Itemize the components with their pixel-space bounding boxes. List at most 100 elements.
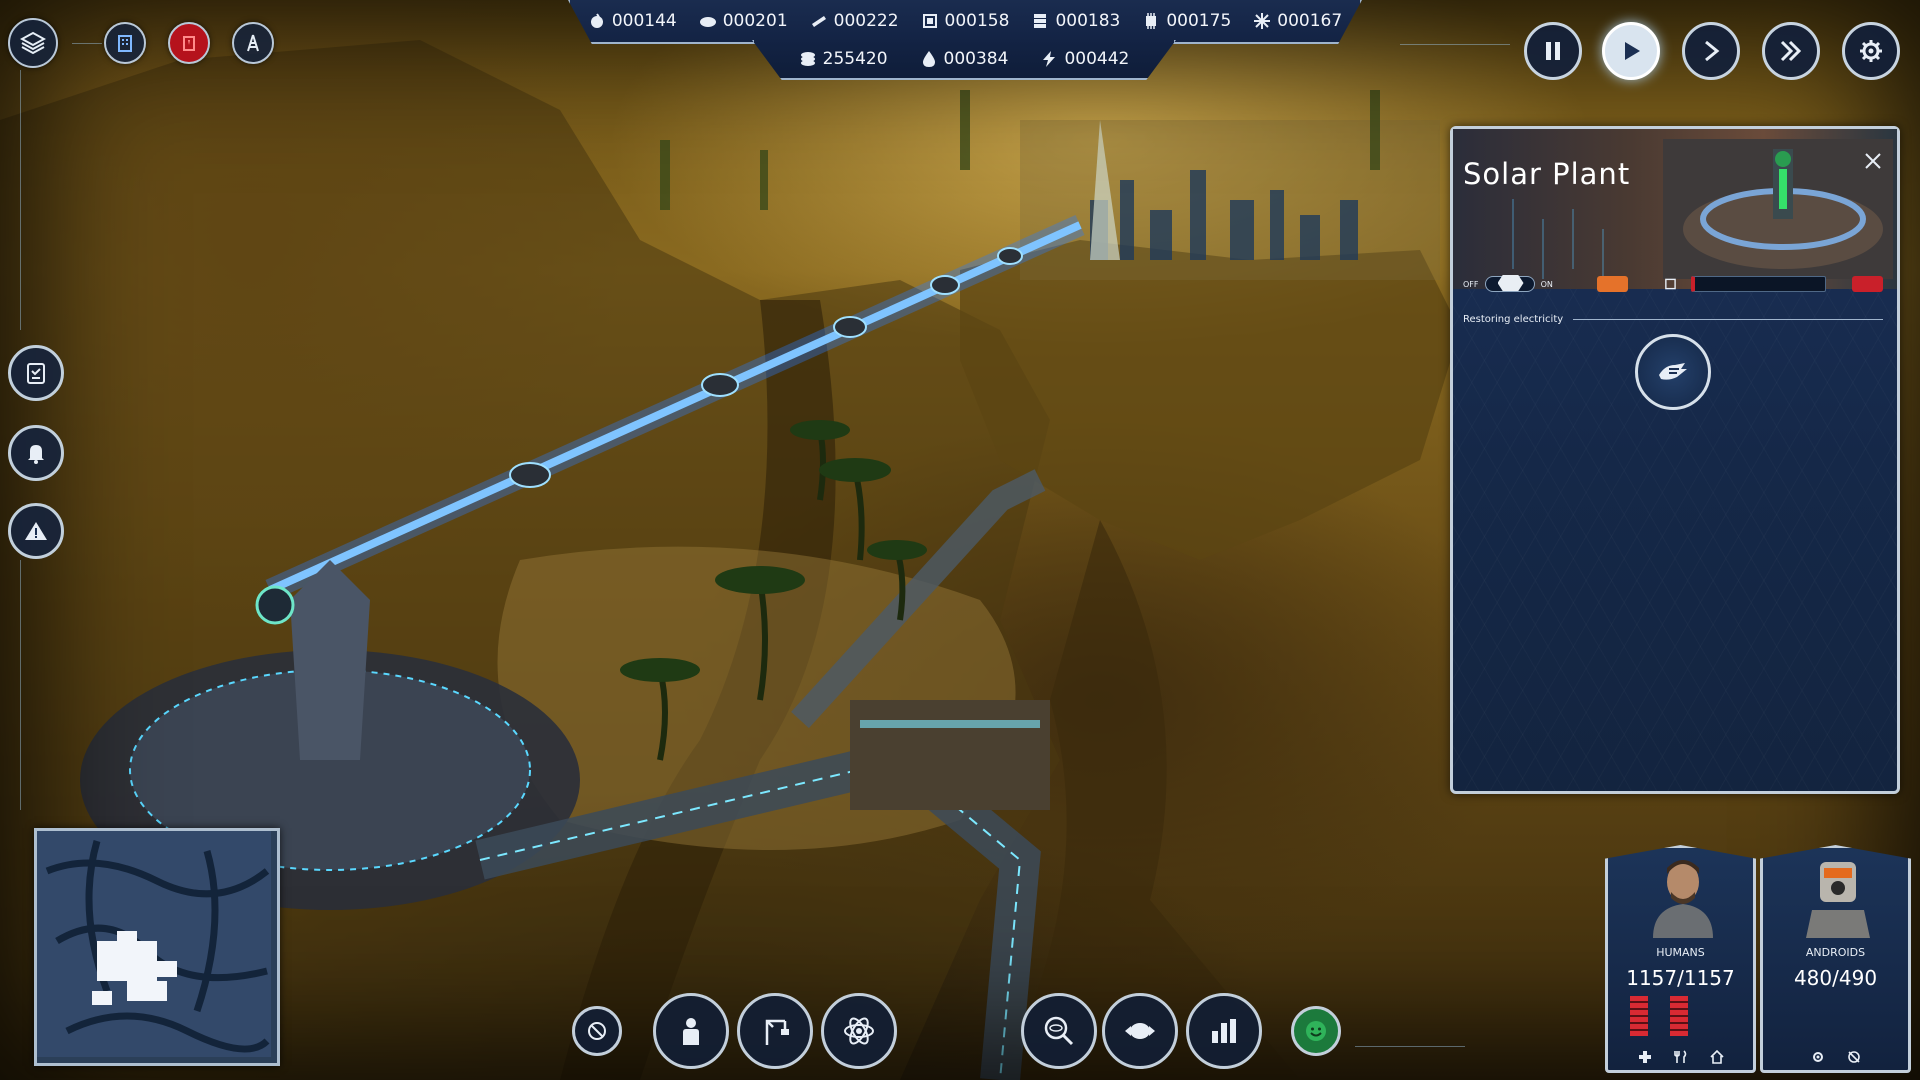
panel-header xyxy=(1453,129,1897,289)
magnifier-atom-icon xyxy=(1044,1016,1074,1046)
androids-need-icons xyxy=(1763,1050,1908,1064)
humans-needs-bars xyxy=(1630,996,1730,1036)
resource-chip[interactable]: 000158 xyxy=(921,11,1009,31)
toggle-knob xyxy=(1497,275,1524,291)
restore-electricity-button[interactable] xyxy=(1635,334,1711,410)
steel-icon xyxy=(1034,14,1047,28)
resource-value: 000144 xyxy=(611,11,677,31)
processor-icon xyxy=(1146,13,1157,29)
alert-layer-button[interactable] xyxy=(168,22,210,64)
fastest-forward-button[interactable] xyxy=(1762,22,1820,80)
status-section-header: Restoring electricity xyxy=(1463,314,1883,325)
close-button[interactable] xyxy=(1859,147,1887,175)
power-layer-button[interactable] xyxy=(232,22,274,64)
resource-value: 000442 xyxy=(1064,49,1130,69)
resource-bar-secondary: 255420 000384 000442 xyxy=(752,40,1176,80)
workers-icon xyxy=(1665,278,1677,290)
power-off-icon xyxy=(1847,1051,1860,1063)
chip-icon xyxy=(922,14,937,28)
resource-steel[interactable]: 000183 xyxy=(1031,11,1120,31)
fast-forward-button[interactable] xyxy=(1682,22,1740,80)
resource-value: 000201 xyxy=(722,11,788,31)
lightning-icon xyxy=(1043,51,1056,67)
person-icon xyxy=(683,1018,699,1045)
crane-icon xyxy=(765,1019,789,1045)
notifications-button[interactable] xyxy=(8,425,64,481)
building-icon xyxy=(118,35,132,52)
planks-icon xyxy=(811,16,826,27)
resource-value: 000167 xyxy=(1277,11,1343,31)
bar-chart-icon xyxy=(1212,1019,1236,1043)
warning-icon xyxy=(25,522,47,540)
resource-water-drop[interactable]: 000384 xyxy=(920,49,1009,69)
objectives-button[interactable] xyxy=(8,345,64,401)
statistics-menu-button[interactable] xyxy=(1186,993,1262,1069)
toggle-on-label: ON xyxy=(1540,279,1553,289)
frame-line xyxy=(20,560,21,810)
population-panel: HUMANS 1157/1157 ANDROIDS 480/490 xyxy=(1605,845,1915,1075)
androids-card[interactable]: ANDROIDS 480/490 xyxy=(1760,845,1911,1073)
panel-title: Solar Plant xyxy=(1463,157,1631,191)
minimap[interactable] xyxy=(34,828,280,1066)
building-info-panel[interactable]: Solar Plant OFF ON Restoring electricity xyxy=(1450,126,1900,794)
double-chevron-right-icon xyxy=(1780,40,1802,62)
hazard-building-icon xyxy=(183,36,195,51)
toggle-off-label: OFF xyxy=(1463,279,1479,289)
efficiency-bar xyxy=(1691,276,1826,292)
gear-icon xyxy=(1860,40,1882,62)
layers-icon xyxy=(20,31,46,55)
humans-label: HUMANS xyxy=(1656,946,1705,959)
power-toggle[interactable] xyxy=(1484,275,1535,292)
resource-value: 000384 xyxy=(943,49,1009,69)
smiley-icon xyxy=(1306,1021,1326,1041)
resource-snowflake[interactable]: 000167 xyxy=(1253,11,1342,31)
solar-plant-preview-image xyxy=(1512,139,1893,279)
pause-icon xyxy=(1546,42,1560,60)
hazard-toggle-button[interactable] xyxy=(572,1006,622,1056)
clipboard-icon xyxy=(27,363,45,384)
atom-icon xyxy=(844,1017,874,1045)
resource-planks[interactable]: 000222 xyxy=(810,11,899,31)
population-menu-button[interactable] xyxy=(653,993,729,1069)
section-divider xyxy=(1573,319,1883,320)
androids-label: ANDROIDS xyxy=(1805,946,1866,959)
layers-button[interactable] xyxy=(8,18,58,68)
play-button[interactable] xyxy=(1602,22,1660,80)
status-section-title: Restoring electricity xyxy=(1463,314,1564,325)
exploration-menu-button[interactable] xyxy=(1021,993,1097,1069)
demolish-button[interactable] xyxy=(1851,276,1883,292)
resource-processor[interactable]: 000175 xyxy=(1142,11,1231,31)
humans-need-icons xyxy=(1608,1050,1753,1064)
resource-food[interactable]: 000144 xyxy=(588,11,677,31)
pause-button[interactable] xyxy=(1524,22,1582,80)
resource-value: 255420 xyxy=(822,49,888,69)
close-icon xyxy=(1865,153,1881,169)
humans-card[interactable]: HUMANS 1157/1157 xyxy=(1605,845,1756,1073)
resource-lightning[interactable]: 000442 xyxy=(1040,49,1129,69)
happiness-button[interactable] xyxy=(1291,1006,1341,1056)
warnings-button[interactable] xyxy=(8,503,64,559)
minimap-terrain xyxy=(37,831,271,1057)
human-portrait-image xyxy=(1653,860,1713,938)
frame-line xyxy=(72,43,102,44)
settings-button[interactable] xyxy=(1842,22,1900,80)
building-layer-button[interactable] xyxy=(104,22,146,64)
food-need-bar xyxy=(1670,996,1688,1036)
priority-badge[interactable] xyxy=(1596,276,1629,292)
resource-coins[interactable]: 255420 xyxy=(799,49,888,69)
resource-bar-primary: 000144 000201 000222 000158 000183 000175 0001… xyxy=(568,0,1362,44)
bell-icon xyxy=(28,445,44,464)
trade-menu-button[interactable] xyxy=(1102,993,1178,1069)
resource-value: 000175 xyxy=(1166,11,1232,31)
stone-icon xyxy=(699,17,716,27)
water-drop-icon xyxy=(922,51,935,67)
humans-count: 1157/1157 xyxy=(1626,966,1735,990)
resource-stone[interactable]: 000201 xyxy=(699,11,788,31)
trade-ship-icon xyxy=(1125,1023,1155,1039)
resource-value: 000222 xyxy=(833,11,899,31)
hazard-icon xyxy=(588,1022,606,1040)
frame-line xyxy=(1355,1046,1465,1047)
android-portrait-image xyxy=(1806,862,1870,938)
research-menu-button[interactable] xyxy=(821,993,897,1069)
construction-menu-button[interactable] xyxy=(737,993,813,1069)
